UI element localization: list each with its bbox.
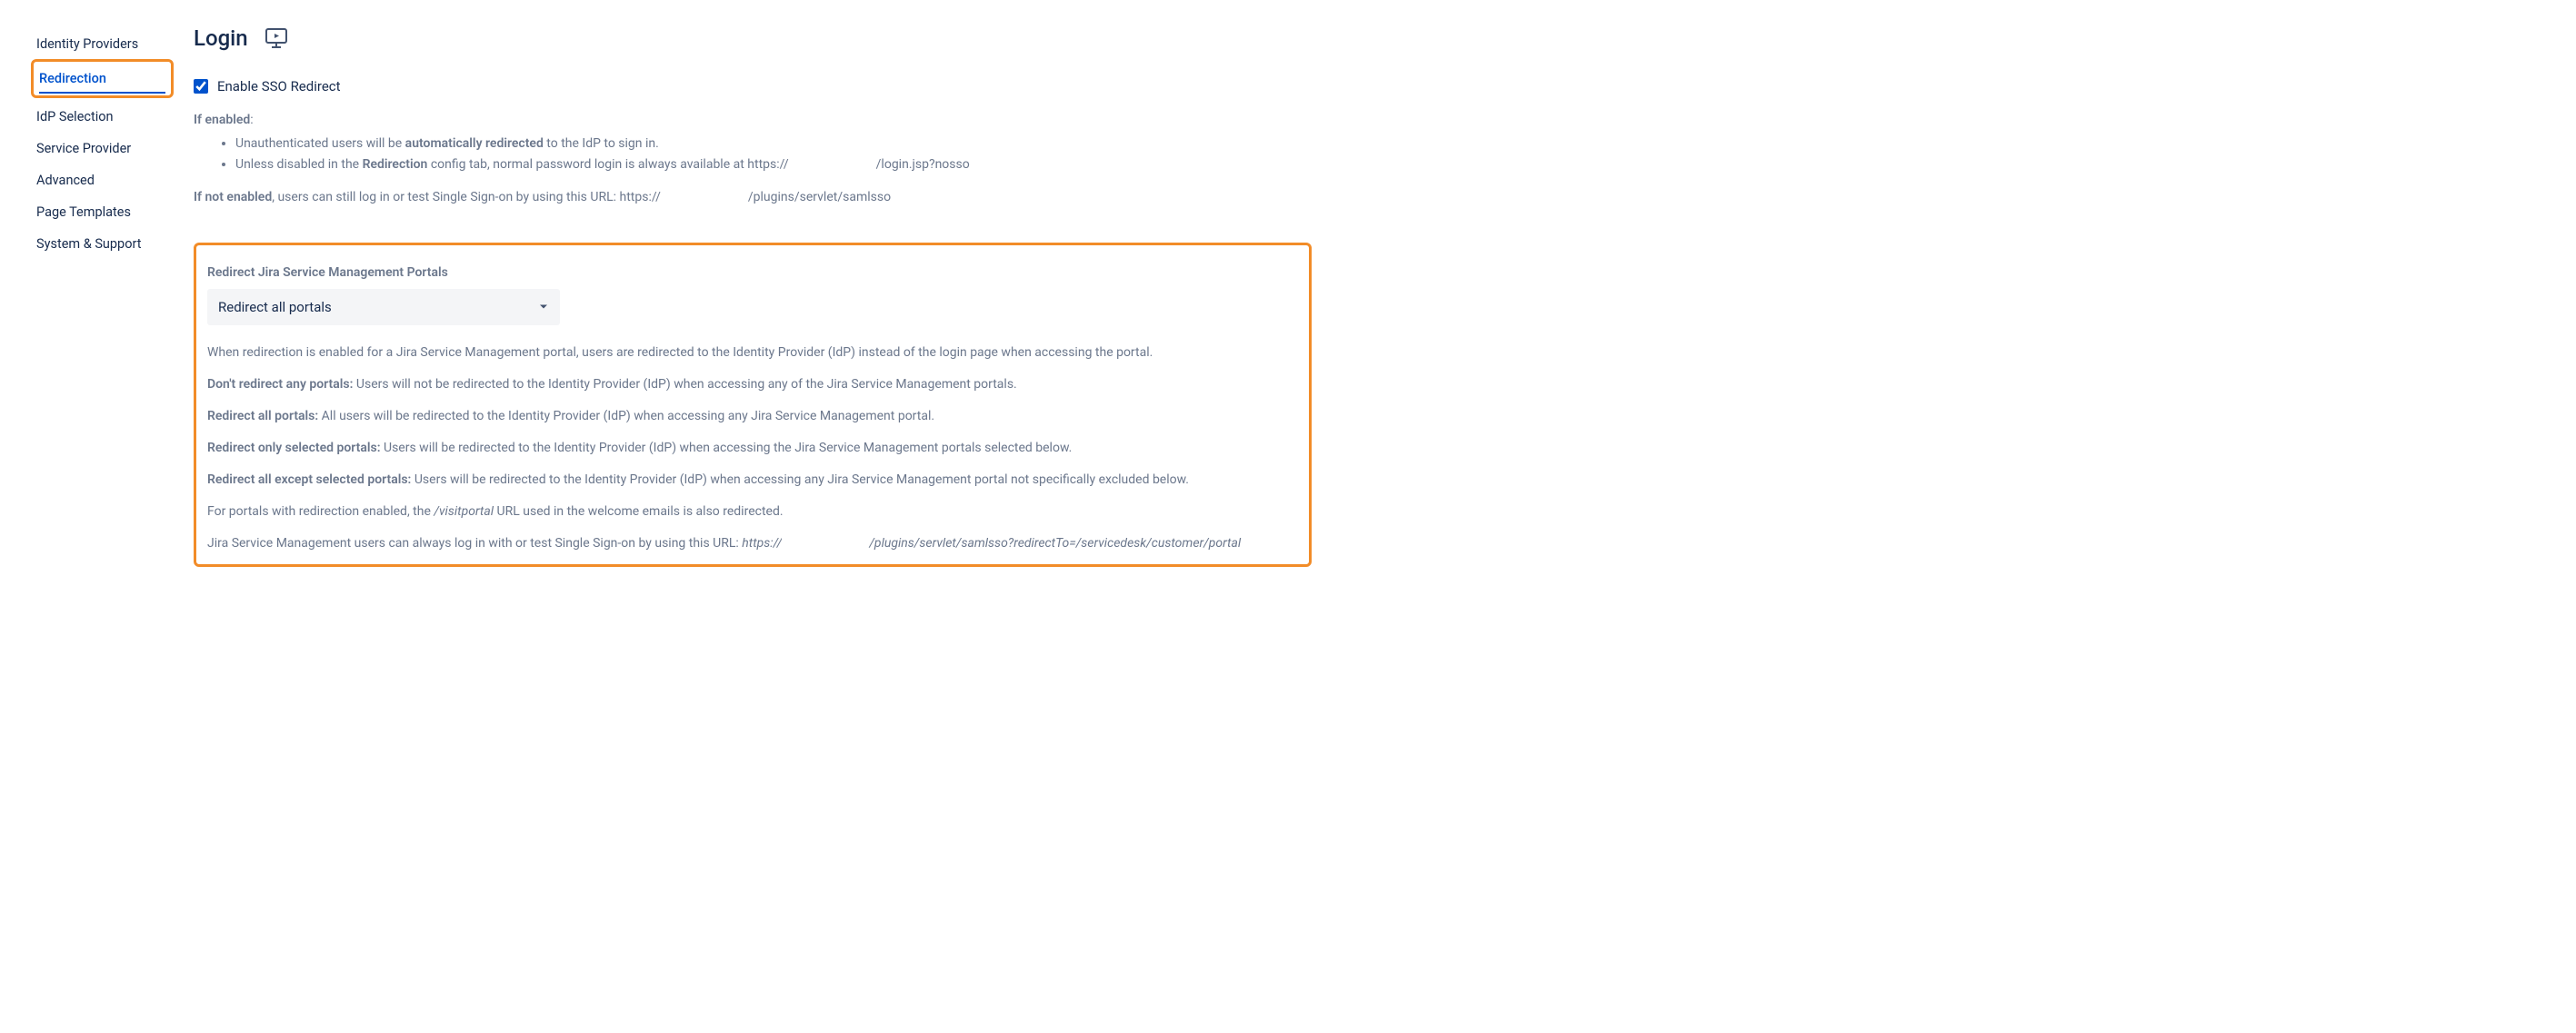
if-enabled-list: Unauthenticated users will be automatica…: [194, 134, 1312, 175]
jsm-section-heading: Redirect Jira Service Management Portals: [207, 265, 1298, 280]
sidebar: Identity Providers Redirection IdP Selec…: [36, 25, 168, 567]
if-enabled-heading: If enabled:: [194, 111, 1312, 131]
page-title: Login: [194, 25, 248, 51]
enable-sso-checkbox[interactable]: [194, 79, 208, 94]
sidebar-item-advanced[interactable]: Advanced: [36, 165, 168, 195]
highlight-box-redirection: Redirection: [31, 59, 174, 98]
redacted-host: [782, 538, 869, 549]
redirect-portals-select[interactable]: Redirect all portals: [207, 289, 560, 325]
video-tutorial-icon[interactable]: [265, 27, 288, 49]
sidebar-item-idp-selection[interactable]: IdP Selection: [36, 102, 168, 132]
redacted-host: [661, 192, 748, 203]
sidebar-item-page-templates[interactable]: Page Templates: [36, 197, 168, 227]
jsm-intro-text: When redirection is enabled for a Jira S…: [207, 343, 1298, 363]
enable-sso-row: Enable SSO Redirect: [194, 78, 1312, 94]
sidebar-item-redirection[interactable]: Redirection: [39, 64, 165, 94]
if-enabled-item-2: Unless disabled in the Redirection confi…: [235, 155, 1312, 175]
sidebar-item-identity-providers[interactable]: Identity Providers: [36, 29, 168, 59]
redirect-portals-select-wrap: Redirect all portals: [207, 289, 560, 325]
jsm-option-redirect-except: Redirect all except selected portals: Us…: [207, 471, 1298, 490]
page-header: Login: [194, 25, 1312, 51]
jsm-option-no-redirect: Don't redirect any portals: Users will n…: [207, 375, 1298, 394]
jsm-option-redirect-selected: Redirect only selected portals: Users wi…: [207, 439, 1298, 458]
jsm-option-redirect-all: Redirect all portals: All users will be …: [207, 407, 1298, 426]
jsm-login-url-text: Jira Service Management users can always…: [207, 534, 1298, 553]
main-content: Login Enable SSO Redirect If enabled: Un…: [194, 25, 1312, 567]
jsm-portals-section: Redirect Jira Service Management Portals…: [194, 243, 1312, 567]
enable-sso-label: Enable SSO Redirect: [217, 78, 341, 94]
sidebar-item-service-provider[interactable]: Service Provider: [36, 134, 168, 164]
redirect-portals-select-value: Redirect all portals: [218, 299, 332, 315]
sidebar-item-system-support[interactable]: System & Support: [36, 229, 168, 259]
jsm-visitportal-text: For portals with redirection enabled, th…: [207, 502, 1298, 521]
redacted-host: [789, 160, 876, 171]
if-not-enabled-text: If not enabled, users can still log in o…: [194, 188, 1312, 208]
if-enabled-item-1: Unauthenticated users will be automatica…: [235, 134, 1312, 154]
